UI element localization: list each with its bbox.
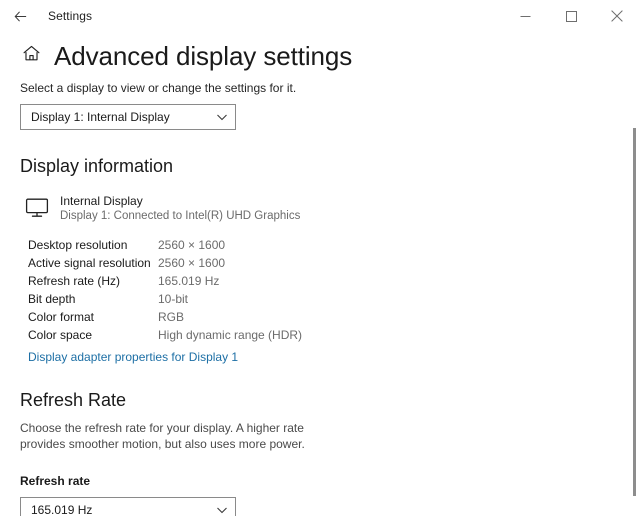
home-button[interactable] [20, 45, 42, 67]
page-title: Advanced display settings [54, 42, 352, 71]
table-row: Color space High dynamic range (HDR) [28, 326, 640, 344]
info-label: Active signal resolution [28, 256, 158, 270]
back-button[interactable] [0, 0, 40, 32]
back-arrow-icon [13, 9, 28, 24]
page-subtitle: Select a display to view or change the s… [0, 71, 640, 95]
info-label: Bit depth [28, 292, 158, 306]
info-label: Desktop resolution [28, 238, 158, 252]
display-adapter-properties-link[interactable]: Display adapter properties for Display 1 [28, 350, 238, 364]
title-bar: Settings [0, 0, 640, 32]
scrollbar-thumb[interactable] [633, 128, 636, 496]
close-icon [611, 10, 623, 22]
display-device-name: Internal Display [60, 194, 300, 209]
refresh-rate-description: Choose the refresh rate for your display… [0, 411, 340, 452]
app-title: Settings [48, 9, 92, 23]
minimize-icon [520, 11, 531, 22]
table-row: Desktop resolution 2560 × 1600 [28, 236, 640, 254]
display-device-connection: Display 1: Connected to Intel(R) UHD Gra… [60, 209, 300, 224]
table-row: Color format RGB [28, 308, 640, 326]
refresh-rate-value: 165.019 Hz [21, 503, 209, 516]
info-value: High dynamic range (HDR) [158, 328, 302, 342]
close-button[interactable] [594, 0, 640, 32]
table-row: Bit depth 10-bit [28, 290, 640, 308]
info-value: 165.019 Hz [158, 274, 219, 288]
display-info-table: Desktop resolution 2560 × 1600 Active si… [0, 224, 640, 344]
refresh-rate-field-label: Refresh rate [0, 452, 640, 488]
table-row: Refresh rate (Hz) 165.019 Hz [28, 272, 640, 290]
monitor-icon [24, 195, 50, 221]
page-header: Advanced display settings [0, 32, 640, 71]
display-selector-dropdown[interactable]: Display 1: Internal Display [20, 104, 236, 130]
display-selector-value: Display 1: Internal Display [21, 110, 209, 124]
info-value: RGB [158, 310, 184, 324]
info-value: 10-bit [158, 292, 188, 306]
display-device-row: Internal Display Display 1: Connected to… [0, 177, 640, 224]
minimize-button[interactable] [502, 0, 548, 32]
table-row: Active signal resolution 2560 × 1600 [28, 254, 640, 272]
display-information-heading: Display information [0, 130, 640, 177]
info-label: Refresh rate (Hz) [28, 274, 158, 288]
info-value: 2560 × 1600 [158, 238, 225, 252]
home-icon [22, 44, 41, 68]
chevron-down-icon [209, 111, 235, 123]
window-controls [502, 0, 640, 32]
maximize-button[interactable] [548, 0, 594, 32]
vertical-scrollbar[interactable] [633, 128, 636, 496]
info-label: Color space [28, 328, 158, 342]
refresh-rate-dropdown[interactable]: 165.019 Hz [20, 497, 236, 516]
info-label: Color format [28, 310, 158, 324]
info-value: 2560 × 1600 [158, 256, 225, 270]
settings-scroll-area[interactable]: Advanced display settings Select a displ… [0, 32, 640, 516]
maximize-icon [566, 11, 577, 22]
chevron-down-icon [209, 504, 235, 516]
refresh-rate-heading: Refresh Rate [0, 366, 640, 411]
